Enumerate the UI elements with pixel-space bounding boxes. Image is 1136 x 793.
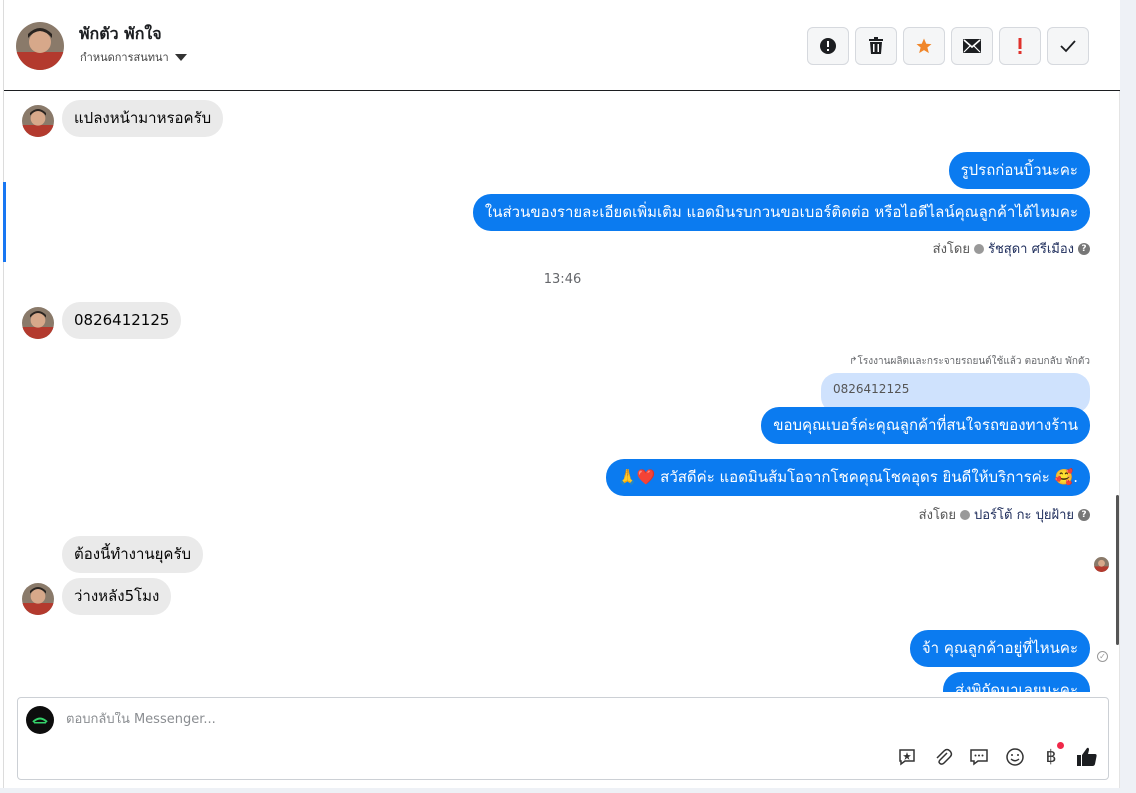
outgoing-message[interactable]: ขอบคุณเบอร์ค่ะคุณลูกค้าที่สนใจรถของทางร้…: [761, 407, 1090, 444]
emoji-icon[interactable]: [1004, 746, 1026, 768]
spam-button[interactable]: [807, 27, 849, 65]
sent-by-prefix: ส่งโดย: [932, 242, 970, 257]
exclamation-icon: [1018, 38, 1022, 54]
sent-by-prefix: ส่งโดย: [918, 508, 956, 523]
outgoing-message[interactable]: จ้า คุณลูกค้าอยู่ที่ไหนคะ: [909, 630, 1090, 667]
inbox-conversation-panel: พักตัว พักใจ กำหนดการสนทนา แปลงหน้ามาหรอ…: [3, 0, 1121, 793]
conversation-toolbar: [807, 27, 1089, 65]
notification-dot: [1057, 742, 1064, 749]
verified-icon: [973, 243, 984, 254]
star-icon: [916, 38, 932, 54]
sent-by-agent[interactable]: รัชสุดา ศรีเมือง: [988, 238, 1074, 259]
contact-name[interactable]: พักตัว พักใจ: [79, 22, 162, 47]
delete-button[interactable]: [855, 27, 897, 65]
page-logo: [26, 706, 54, 734]
alert-circle-icon: [820, 38, 836, 54]
check-icon: [1060, 40, 1076, 53]
conversation-schedule-dropdown[interactable]: กำหนดการสนทนา: [80, 48, 187, 66]
important-button[interactable]: [999, 27, 1041, 65]
contact-avatar-small: [22, 307, 54, 339]
thumbs-up-icon[interactable]: [1076, 746, 1098, 768]
sent-by-agent[interactable]: ปอร์โต้ กะ ปุยฝ้าย: [974, 504, 1074, 525]
reply-note: ↱โรงงานผลิตและกระจายรถยนต์ใช้แล้ว ตอบกลั…: [849, 354, 1090, 369]
help-icon[interactable]: ?: [1078, 242, 1090, 255]
baht-glyph: ฿: [1045, 747, 1057, 767]
window-edge-bottom: [0, 788, 1136, 793]
reply-arrow-icon: ↱: [849, 356, 858, 367]
incoming-message[interactable]: 0826412125: [62, 302, 182, 339]
sent-by-info: ส่งโดย ปอร์โต้ กะ ปุยฝ้าย ?: [919, 504, 1090, 525]
help-icon[interactable]: ?: [1078, 508, 1090, 521]
contact-avatar-small: [22, 583, 54, 615]
outgoing-message[interactable]: ในส่วนของรายละเอียดเพิ่มเติม แอดมินรบกวน…: [472, 194, 1090, 231]
conversation-schedule-label: กำหนดการสนทนา: [80, 51, 169, 64]
reply-note-text: โรงงานผลิตและกระจายรถยนต์ใช้แล้ว ตอบกลับ…: [857, 356, 1090, 367]
baht-icon[interactable]: ฿: [1040, 742, 1064, 768]
seen-indicator-avatar: [1094, 557, 1109, 572]
message-timestamp: 13:46: [543, 272, 582, 287]
window-edge: [1120, 0, 1136, 793]
saved-reply-icon[interactable]: [968, 746, 990, 768]
contact-avatar-small: [22, 105, 54, 137]
mark-unread-button[interactable]: [951, 27, 993, 65]
sent-by-info: ส่งโดย รัชสุดา ศรีเมือง ?: [933, 238, 1090, 259]
envelope-icon: [963, 39, 981, 53]
delivered-check-icon: ✓: [1097, 651, 1108, 662]
incoming-message[interactable]: ว่างหลัง5โมง: [62, 578, 172, 615]
incoming-message[interactable]: ต้องนี้ทำงานยุครับ: [62, 536, 204, 573]
composer-tools: ฿: [896, 742, 1098, 768]
outgoing-message[interactable]: รูปรถก่อนบิ้วนะคะ: [948, 152, 1090, 189]
contact-avatar[interactable]: [16, 22, 64, 70]
reply-input[interactable]: [66, 712, 766, 727]
reply-composer: ฿: [17, 697, 1109, 780]
selected-thread-indicator: [3, 182, 6, 262]
trash-icon: [869, 37, 883, 54]
caret-down-icon: [174, 53, 187, 61]
paperclip-icon[interactable]: [932, 746, 954, 768]
clipped-message-wrapper: ส่งพิกัดมาเลยนะคะ: [790, 672, 1090, 692]
star-button[interactable]: [903, 27, 945, 65]
scrollbar-thumb[interactable]: [1116, 495, 1119, 645]
outgoing-message[interactable]: 🙏❤️ สวัสดีค่ะ แอดมินส้มโอจากโชคคุณโชคอุด…: [606, 459, 1090, 496]
outgoing-message[interactable]: ส่งพิกัดมาเลยนะคะ: [942, 672, 1090, 692]
verified-icon: [960, 509, 970, 520]
conversation-header: พักตัว พักใจ กำหนดการสนทนา: [4, 0, 1121, 91]
incoming-message[interactable]: แปลงหน้ามาหรอครับ: [62, 100, 224, 137]
quick-reply-icon[interactable]: [896, 746, 918, 768]
done-button[interactable]: [1047, 27, 1089, 65]
